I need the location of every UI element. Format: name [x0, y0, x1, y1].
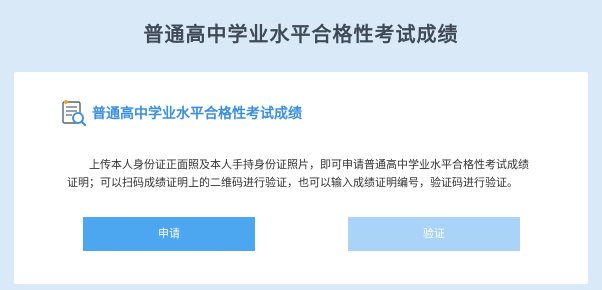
- section-header: 普通高中学业水平合格性考试成绩: [58, 98, 302, 128]
- section-title: 普通高中学业水平合格性考试成绩: [92, 106, 302, 122]
- verify-button[interactable]: 验证: [348, 217, 520, 251]
- page-title: 普通高中学业水平合格性考试成绩: [143, 22, 459, 46]
- apply-button[interactable]: 申请: [83, 217, 255, 251]
- content-card: 普通高中学业水平合格性考试成绩 上传本人身份证正面照及本人手持身份证照片，即可申…: [14, 72, 588, 284]
- certificate-search-icon: [62, 100, 87, 127]
- description-text: 上传本人身份证正面照及本人手持身份证照片，即可申请普通高中学业水平合格性考试成绩…: [67, 158, 529, 189]
